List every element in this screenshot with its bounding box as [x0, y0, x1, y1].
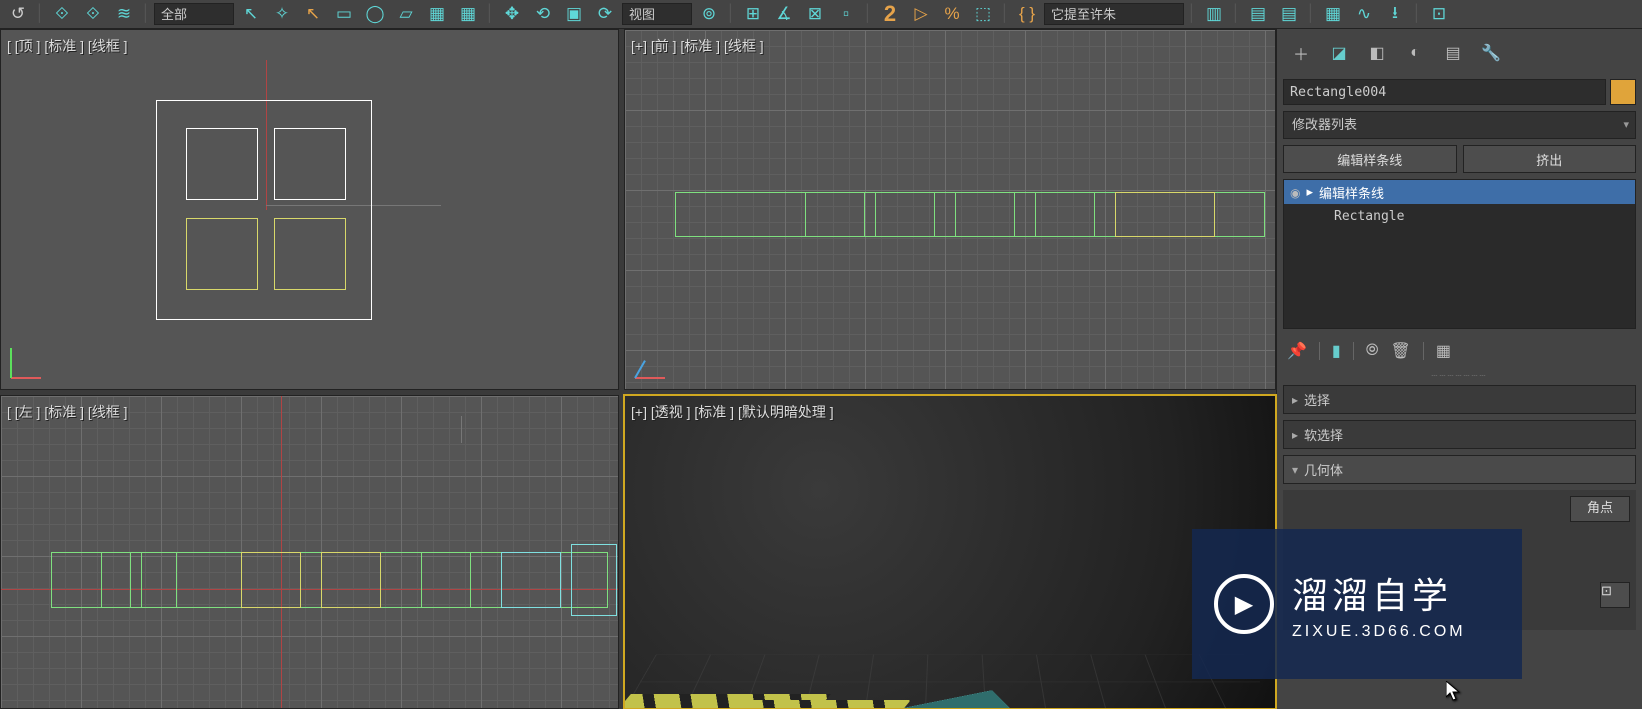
marquee-rect-icon[interactable]: ▭ [330, 2, 358, 26]
configure-icon[interactable]: ▦ [1436, 341, 1451, 361]
vp-persp-label: [+] [透视 ] [标准 ] [默认明暗处理 ] [631, 402, 834, 422]
vp-left-label: [ [左 ] [标准 ] [线框 ] [7, 402, 128, 422]
place-icon[interactable]: ⟳ [591, 2, 619, 26]
percent-icon[interactable]: % [938, 2, 966, 26]
rollout-soft-selection[interactable]: ▸ 软选择 [1283, 420, 1636, 449]
modify-tab-icon[interactable]: ◪ [1323, 39, 1355, 67]
material-icon[interactable]: ⊡ [1425, 2, 1453, 26]
layer-icon[interactable]: ▤ [1275, 2, 1303, 26]
show-end-result-icon[interactable]: ▮ [1332, 341, 1341, 361]
vp-top-label: [ [顶 ] [标准 ] [线框 ] [7, 36, 128, 56]
pin-icon[interactable]: 📌 [1287, 341, 1307, 361]
snap-move-icon[interactable]: ⊞ [739, 2, 767, 26]
viewports-area: [ [顶 ] [标准 ] [线框 ] [+] [前 ] [标准 ] [线框 ] [0, 29, 1276, 709]
chevron-right-icon: ▸ [1292, 428, 1298, 442]
remove-icon[interactable]: 🗑 [1391, 341, 1411, 361]
watermark-title: 溜溜自学 [1292, 567, 1466, 619]
panel-tabs: ＋ ◪ ◧ ◐ ▤ 🔧 [1283, 33, 1636, 73]
watermark-overlay: ▶ 溜溜自学 ZIXUE.3D66.COM [1192, 529, 1522, 679]
unlink-icon[interactable]: ⟐ [79, 2, 107, 26]
mirror-icon[interactable]: ▥ [1200, 2, 1228, 26]
edit-spline-button[interactable]: 编辑样条线 [1283, 145, 1457, 173]
spinner-snap-icon[interactable]: ▫ [832, 2, 860, 26]
expand-icon[interactable]: ▸ [1306, 184, 1313, 200]
tb-icon-1[interactable]: ↺ [4, 2, 32, 26]
cursor-icon[interactable]: ↖ [237, 2, 265, 26]
chevron-down-icon: ▾ [1292, 463, 1298, 477]
dl-icon[interactable]: ⭳ [1381, 2, 1409, 26]
cursor2-icon[interactable]: ↖ [299, 2, 327, 26]
play-circle-icon: ▶ [1214, 574, 1274, 634]
make-unique-icon[interactable]: ⦾ [1366, 342, 1379, 360]
modifier-stack[interactable]: ▸ 编辑样条线 Rectangle [1283, 179, 1636, 329]
snap-percent-icon[interactable]: ⊠ [801, 2, 829, 26]
viewport-front[interactable]: [+] [前 ] [标准 ] [线框 ] [624, 29, 1276, 390]
viewport-left[interactable]: [ [左 ] [标准 ] [线框 ] [0, 395, 619, 709]
floor-stripe-icon [739, 700, 911, 709]
chevron-right-icon: ▸ [1292, 393, 1298, 407]
snap-angle-icon[interactable]: ∡ [770, 2, 798, 26]
drag-handle-icon[interactable] [1283, 373, 1636, 379]
stack-label: Rectangle [1334, 209, 1404, 224]
coord-sys-dropdown[interactable]: 视图 [622, 3, 692, 25]
rotate-icon[interactable]: ⟲ [529, 2, 557, 26]
stack-item-rectangle[interactable]: Rectangle [1284, 204, 1635, 228]
window-crossing-icon[interactable]: ▦ [423, 2, 451, 26]
rollout-geometry[interactable]: ▾ 几何体 [1283, 455, 1636, 484]
rollout-label: 软选择 [1304, 425, 1343, 444]
rollout-label: 几何体 [1304, 460, 1343, 479]
link-icon[interactable]: ⟐ [48, 2, 76, 26]
corner-button[interactable]: 角点 [1570, 496, 1630, 522]
display-tab-icon[interactable]: ▤ [1437, 39, 1469, 67]
graph-icon[interactable]: ▦ [1319, 2, 1347, 26]
modifier-list-dropdown[interactable]: 修改器列表 [1283, 111, 1636, 139]
angle-icon[interactable]: ▷ [907, 2, 935, 26]
object-name-input[interactable] [1283, 79, 1606, 105]
viewport-perspective[interactable]: [+] [透视 ] [标准 ] [默认明暗处理 ] [624, 395, 1276, 709]
selection-set-dropdown[interactable]: 全部 [154, 3, 234, 25]
rollout-selection[interactable]: ▸ 选择 [1283, 385, 1636, 414]
spinner-icon[interactable]: ⬚ [969, 2, 997, 26]
align-icon[interactable]: ▤ [1244, 2, 1272, 26]
bind-icon[interactable]: ≋ [110, 2, 138, 26]
stack-tools: 📌 ▮ ⦾ 🗑 ▦ [1283, 335, 1636, 367]
move-icon[interactable]: ✥ [498, 2, 526, 26]
fence-icon[interactable]: ▱ [392, 2, 420, 26]
rollout-label: 选择 [1304, 390, 1330, 409]
object-color-swatch[interactable] [1610, 79, 1636, 105]
extrude-button[interactable]: 挤出 [1463, 145, 1637, 173]
hierarchy-tab-icon[interactable]: ◧ [1361, 39, 1393, 67]
marquee-circle-icon[interactable]: ◯ [361, 2, 389, 26]
named-sel-dropdown[interactable]: 它提至许朱 [1044, 3, 1184, 25]
create-tab-icon[interactable]: ＋ [1285, 39, 1317, 67]
stack-item-edit-spline[interactable]: ▸ 编辑样条线 [1284, 180, 1635, 204]
main-toolbar: ↺ │ ⟐ ⟐ ≋ │ 全部 ↖ ✧ ↖ ▭ ◯ ▱ ▦ ▦ │ ✥ ⟲ ▣ ⟳… [0, 0, 1642, 29]
axis-gizmo-top [11, 339, 51, 379]
pivot-icon[interactable]: ⊚ [695, 2, 723, 26]
big-2-icon[interactable]: 2 [876, 2, 904, 26]
motion-tab-icon[interactable]: ◐ [1399, 39, 1431, 67]
axis-gizmo-front [635, 339, 675, 379]
script-icon[interactable]: { } [1013, 2, 1041, 26]
stack-label: 编辑样条线 [1319, 183, 1384, 202]
viewport-top[interactable]: [ [顶 ] [标准 ] [线框 ] [0, 29, 619, 390]
cursor-icon [1446, 681, 1462, 703]
visibility-icon[interactable] [1290, 185, 1300, 200]
curve-icon[interactable]: ∿ [1350, 2, 1378, 26]
watermark-url: ZIXUE.3D66.COM [1292, 623, 1466, 641]
utilities-tab-icon[interactable]: 🔧 [1475, 39, 1507, 67]
wand-icon[interactable]: ✧ [268, 2, 296, 26]
filter-icon[interactable]: ▦ [454, 2, 482, 26]
vp-front-label: [+] [前 ] [标准 ] [线框 ] [631, 36, 764, 56]
option-button[interactable]: ⊡ [1600, 582, 1630, 608]
scale-icon[interactable]: ▣ [560, 2, 588, 26]
